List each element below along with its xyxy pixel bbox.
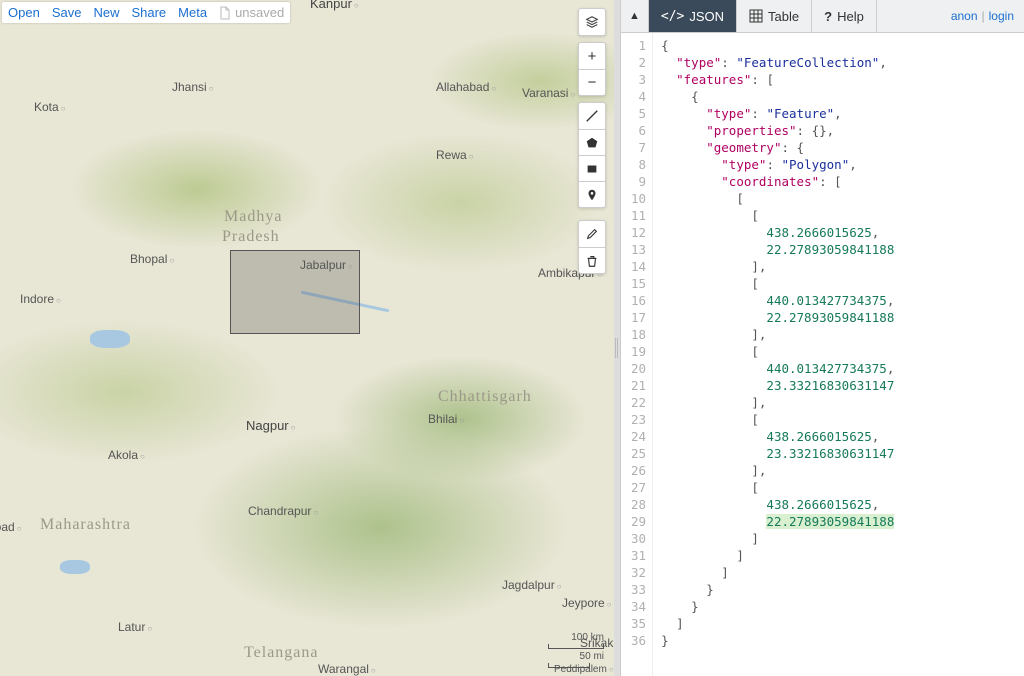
draw-rectangle-button[interactable] [579, 155, 605, 181]
meta-link[interactable]: Meta [178, 5, 207, 20]
state-label: Chhattisgarh [438, 388, 532, 406]
file-toolbar: Open Save New Share Meta unsaved [2, 2, 290, 23]
city-label: Latur [118, 620, 152, 634]
layer-switcher[interactable] [578, 8, 606, 36]
state-label: Telangana [244, 644, 319, 662]
right-panel: ▲ </> JSON Table ? Help anon | login 123… [620, 0, 1024, 676]
city-label: Jagdalpur [502, 578, 562, 592]
state-label: Maharashtra [40, 516, 131, 534]
collapse-panel-button[interactable]: ▲ [621, 0, 649, 32]
city-label: Varanasi [522, 86, 575, 100]
zoom-control: + − [578, 42, 606, 96]
map-canvas[interactable]: Madhya Pradesh Maharashtra Chhattisgarh … [0, 0, 614, 676]
city-label: Jeypore [562, 596, 612, 610]
open-link[interactable]: Open [8, 5, 40, 20]
city-label: Akola [108, 448, 145, 462]
scale-control: 100 km 50 mi [548, 632, 604, 668]
draw-line-button[interactable] [579, 103, 605, 129]
tab-help[interactable]: ? Help [812, 0, 877, 32]
draw-marker-button[interactable] [579, 181, 605, 207]
city-label: Bhilai [428, 412, 464, 426]
city-label: Indore [20, 292, 61, 306]
file-icon [219, 6, 231, 20]
code-content[interactable]: { "type": "FeatureCollection", "features… [653, 33, 902, 676]
unsaved-indicator: unsaved [219, 5, 284, 20]
user-links: anon | login [941, 0, 1024, 32]
city-label: Chandrapur [248, 504, 318, 518]
edit-button[interactable] [579, 221, 605, 247]
water-body [90, 330, 130, 348]
city-label: Kota [34, 100, 66, 114]
login-link[interactable]: login [989, 9, 1014, 23]
share-link[interactable]: Share [131, 5, 166, 20]
water-body [60, 560, 90, 574]
tab-table[interactable]: Table [737, 0, 812, 32]
city-label: Jabalpur [300, 258, 353, 272]
city-label: Nagpur [246, 418, 295, 433]
state-label: Pradesh [222, 228, 280, 246]
tab-json[interactable]: </> JSON [649, 0, 737, 32]
draw-toolbar [578, 102, 606, 208]
zoom-out-button[interactable]: − [579, 69, 605, 95]
save-link[interactable]: Save [52, 5, 82, 20]
zoom-in-button[interactable]: + [579, 43, 605, 69]
city-label: Bhopal [130, 252, 174, 266]
city-label: Rewa [436, 148, 474, 162]
city-label: Warangal [318, 662, 376, 676]
delete-button[interactable] [579, 247, 605, 273]
city-label: abad [0, 520, 22, 534]
code-editor[interactable]: 1234567891011121314151617181920212223242… [621, 33, 1024, 676]
city-label: Kanpur [310, 0, 359, 11]
anon-link[interactable]: anon [951, 9, 978, 23]
state-label: Madhya [224, 208, 282, 226]
edit-toolbar [578, 220, 606, 274]
city-label: Allahabad [436, 80, 496, 94]
help-icon: ? [824, 9, 832, 24]
draw-polygon-button[interactable] [579, 129, 605, 155]
new-link[interactable]: New [93, 5, 119, 20]
city-label: Jhansi [172, 80, 214, 94]
code-icon: </> [661, 9, 684, 24]
panel-resizer[interactable] [614, 0, 620, 676]
layers-icon[interactable] [579, 9, 605, 35]
table-icon [749, 9, 763, 23]
line-numbers: 1234567891011121314151617181920212223242… [621, 33, 653, 676]
panel-tabs: ▲ </> JSON Table ? Help anon | login [621, 0, 1024, 33]
